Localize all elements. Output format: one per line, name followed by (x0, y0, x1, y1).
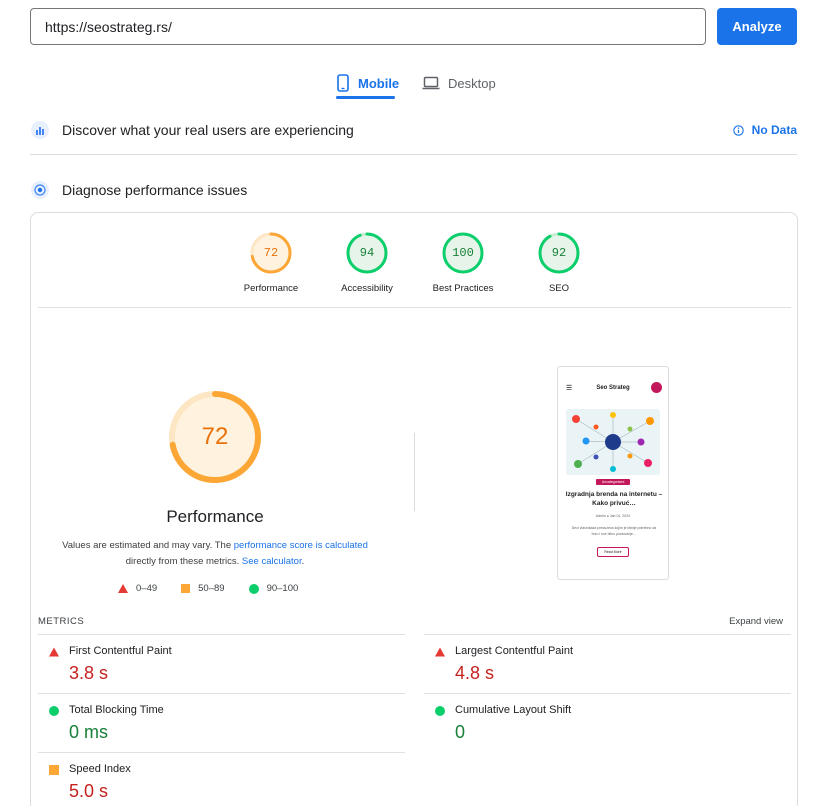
legend-good: 90–100 (248, 583, 299, 594)
metric-lcp-value: 4.8 s (455, 663, 495, 683)
score-legend: 0–49 50–89 90–100 (118, 583, 298, 594)
triangle-icon (118, 584, 128, 593)
tab-mobile[interactable]: Mobile (336, 68, 399, 98)
desc-text-2: directly from these metrics. (125, 556, 242, 567)
field-data-icon (30, 120, 50, 140)
performance-big-score: 72 (201, 423, 229, 450)
expand-view-toggle[interactable]: Expand view (729, 616, 783, 627)
field-data-title: Discover what your real users are experi… (62, 122, 354, 138)
no-data-label: No Data (751, 123, 797, 137)
metric-tbt-name: Total Blocking Time (69, 704, 164, 716)
metrics-divider (38, 752, 405, 753)
gauges-divider (38, 307, 791, 308)
square-icon (49, 765, 59, 775)
metric-si-name: Speed Index (69, 763, 131, 775)
section-divider (30, 154, 797, 155)
circle-icon (435, 706, 445, 716)
score-calculated-link[interactable]: performance score is calculated (234, 540, 368, 551)
square-icon (181, 584, 191, 593)
screenshot-meta: Admin ● Jan 01, 2024 (595, 514, 631, 518)
legend-average-range: 50–89 (198, 583, 225, 594)
page-screenshot[interactable]: ☰ Seo Strateg Uncategorized Izgradnja br… (557, 366, 669, 580)
tab-desktop[interactable]: Desktop (422, 68, 496, 98)
triangle-icon (435, 647, 445, 657)
metrics-divider (424, 693, 791, 694)
seo-score: 92 (551, 246, 567, 260)
laptop-icon (422, 76, 440, 90)
desc-text-1: Values are estimated and may vary. The (62, 540, 234, 551)
screenshot-tag: Uncategorized (596, 479, 630, 485)
metric-fcp-name: First Contentful Paint (69, 645, 172, 657)
search-icon (651, 382, 662, 393)
best-practices-score: 100 (452, 246, 474, 260)
legend-average: 50–89 (181, 583, 225, 594)
tab-mobile-label: Mobile (358, 75, 400, 91)
lab-data-icon (30, 180, 50, 200)
metrics-divider (38, 693, 405, 694)
performance-score: 72 (263, 246, 279, 260)
legend-good-range: 90–100 (266, 583, 299, 594)
see-calculator-link[interactable]: See calculator (242, 556, 302, 567)
screenshot-read-more: Read More (597, 547, 629, 557)
screenshot-excerpt: Deci vlasnikada preduzeća kojim je bitni… (571, 526, 657, 536)
accessibility-score: 94 (359, 246, 375, 260)
lab-data-header: Diagnose performance issues (30, 176, 797, 204)
smartphone-icon (337, 74, 349, 92)
seo-label: SEO (548, 283, 570, 294)
triangle-icon (49, 647, 59, 657)
metric-tbt-value: 0 ms (69, 722, 109, 742)
url-input[interactable]: https://seostrateg.rs/ (30, 8, 706, 45)
metric-lcp-name: Largest Contentful Paint (455, 645, 574, 657)
active-tab-indicator (336, 96, 395, 99)
metric-si-value: 5.0 s (69, 781, 109, 801)
no-data-link[interactable]: No Data (732, 123, 797, 137)
metric-cls-name: Cumulative Layout Shift (455, 704, 572, 716)
screenshot-hero-image (566, 409, 660, 475)
legend-poor: 0–49 (118, 583, 157, 594)
accessibility-label: Accessibility (341, 283, 393, 294)
metrics-divider (38, 634, 405, 635)
info-icon (732, 124, 744, 136)
report-card: 72 Performance 94 Accessibility 100 Best… (30, 212, 798, 806)
tab-desktop-label: Desktop (448, 75, 496, 91)
performance-title: Performance (166, 507, 264, 526)
metric-cls-value: 0 (455, 722, 466, 742)
field-data-header: Discover what your real users are experi… (30, 116, 797, 144)
screenshot-headline: Izgradnja brenda na internetu – Kako pri… (565, 491, 663, 507)
vertical-divider (414, 433, 415, 511)
circle-icon (248, 583, 259, 594)
circle-icon (49, 706, 59, 716)
metric-fcp-value: 3.8 s (69, 663, 109, 683)
legend-poor-range: 0–49 (136, 583, 158, 594)
metrics-divider (424, 634, 791, 635)
lab-data-title: Diagnose performance issues (62, 182, 248, 198)
desc-text-end: . (301, 556, 305, 567)
performance-description: Values are estimated and may vary. The p… (51, 538, 379, 570)
performance-label: Performance (243, 283, 299, 294)
analyze-button[interactable]: Analyze (717, 8, 797, 45)
metrics-label: METRICS (38, 616, 85, 627)
best-practices-label: Best Practices (432, 283, 494, 294)
